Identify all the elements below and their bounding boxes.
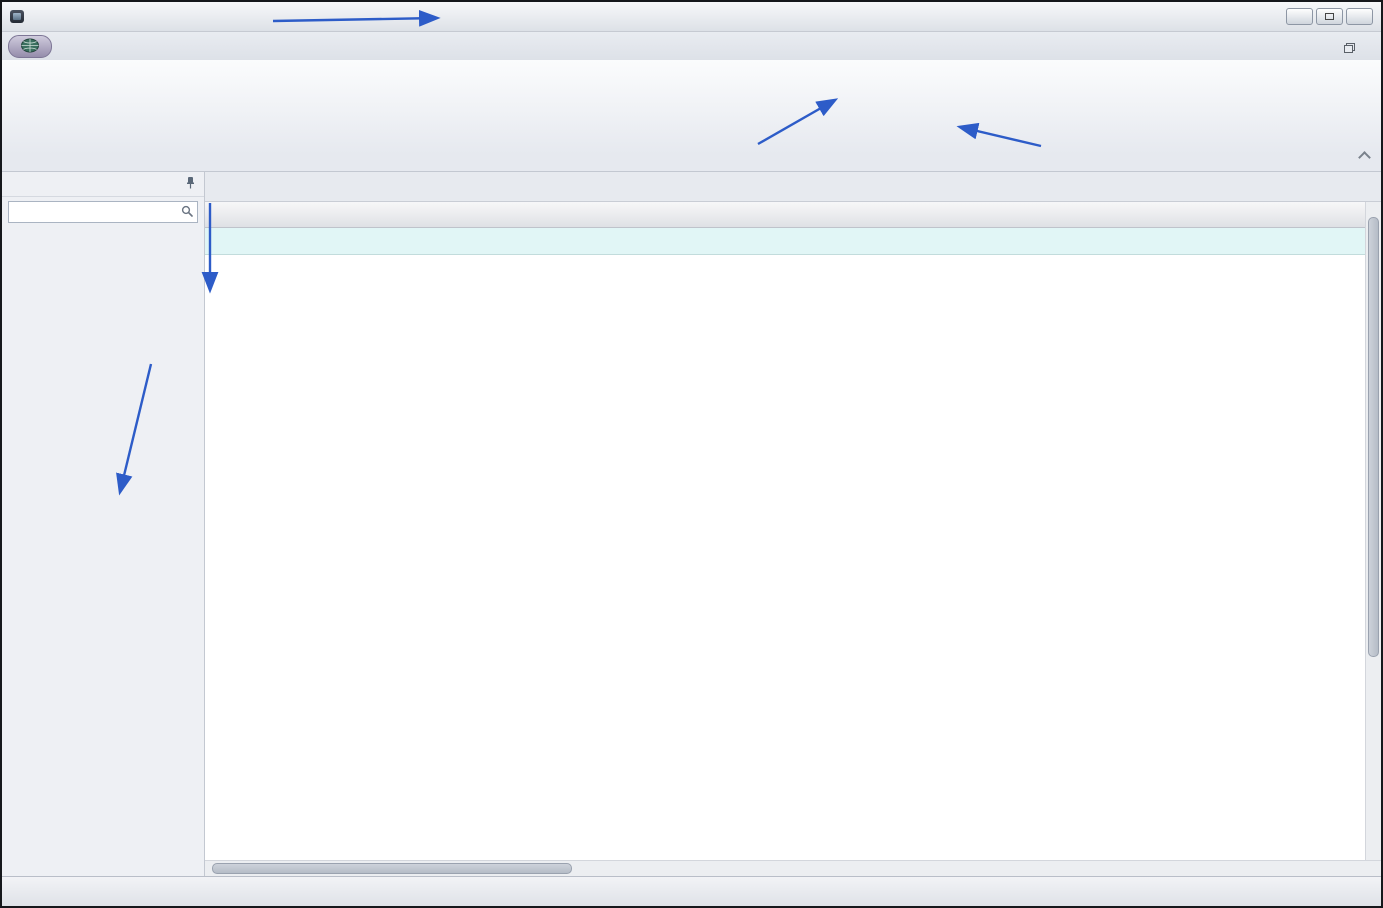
vertical-scrollbar-thumb[interactable] — [1368, 217, 1379, 657]
grid-body — [205, 255, 1365, 860]
minimize-button[interactable] — [1286, 8, 1313, 25]
globe-icon — [19, 38, 41, 56]
ribbon-groups — [2, 60, 1381, 171]
pin-icon[interactable] — [185, 176, 196, 192]
status-bar-info — [1345, 877, 1371, 906]
customer-grid — [205, 172, 1381, 876]
ribbon-tab-row — [2, 32, 1381, 60]
horizontal-scrollbar[interactable] — [205, 860, 1381, 876]
links-tiles — [2, 227, 204, 876]
ribbon — [2, 60, 1381, 172]
search-icon[interactable] — [181, 205, 193, 220]
maximize-button[interactable] — [1316, 8, 1343, 25]
grid-filter-row — [205, 228, 1365, 255]
links-panel — [2, 172, 205, 876]
horizontal-scrollbar-thumb[interactable] — [212, 863, 572, 874]
app-icon[interactable] — [10, 10, 24, 23]
maximize-icon — [1325, 13, 1334, 20]
links-search-input[interactable] — [9, 206, 181, 218]
grid-header-row — [205, 202, 1365, 228]
close-button[interactable] — [1346, 8, 1373, 25]
group-by-panel[interactable] — [205, 172, 1381, 202]
links-search-box — [8, 201, 198, 223]
app-window — [0, 0, 1383, 908]
application-menu-button[interactable] — [8, 35, 52, 58]
title-bar — [2, 2, 1381, 32]
ribbon-restore-icon[interactable] — [1344, 43, 1355, 53]
status-bar — [2, 876, 1381, 906]
vertical-scrollbar[interactable] — [1365, 202, 1381, 860]
